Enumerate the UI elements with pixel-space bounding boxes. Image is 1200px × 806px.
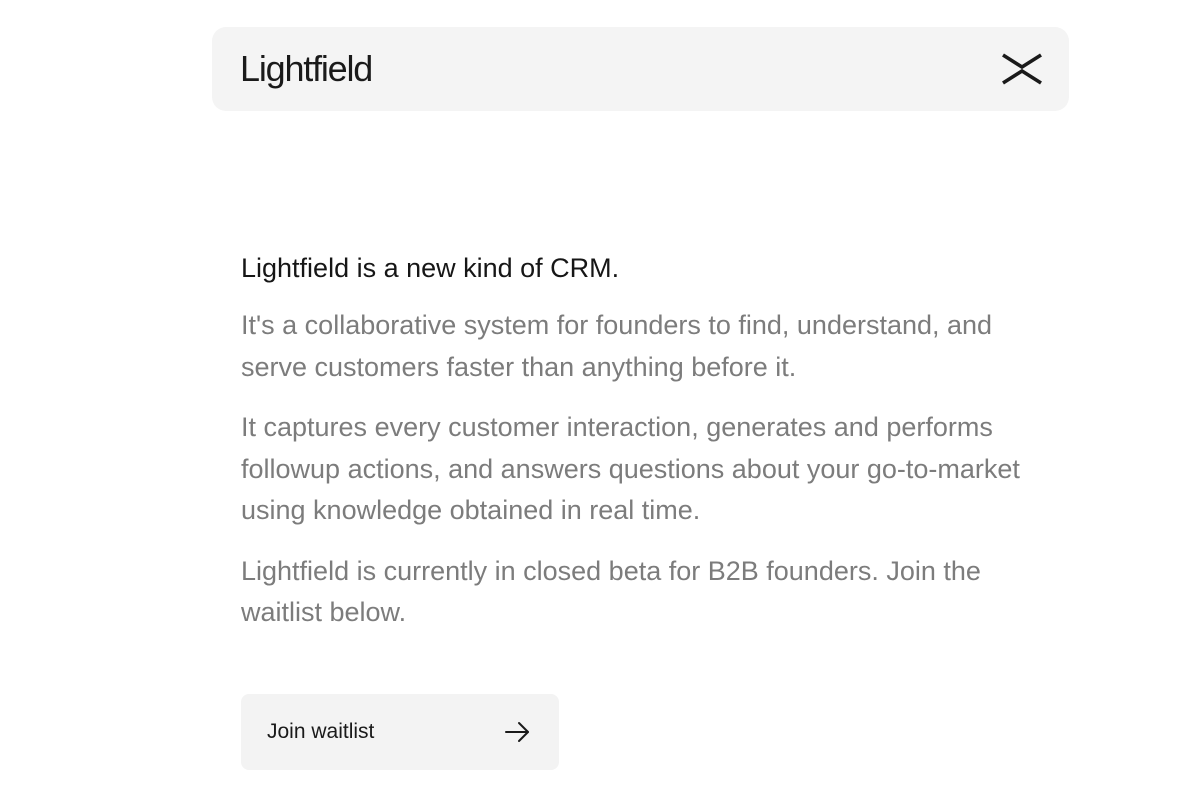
intro-paragraph: It's a collaborative system for founders… [241,310,993,382]
join-waitlist-label: Join waitlist [267,720,375,743]
site-header: Lightfield [212,27,1069,111]
intro-paragraph: Lightfield is currently in closed beta f… [241,555,981,628]
join-waitlist-button[interactable]: Join waitlist [241,694,559,770]
intro-section: Lightfield is a new kind of CRM. It's a … [241,248,1041,653]
lightfield-x-logo-icon[interactable] [1001,51,1043,87]
intro-paragraph: It captures every customer interaction, … [241,412,1020,525]
brand-wordmark[interactable]: Lightfield [240,27,373,111]
arrow-right-icon [505,722,529,742]
intro-headline: Lightfield is a new kind of CRM. [241,253,620,283]
